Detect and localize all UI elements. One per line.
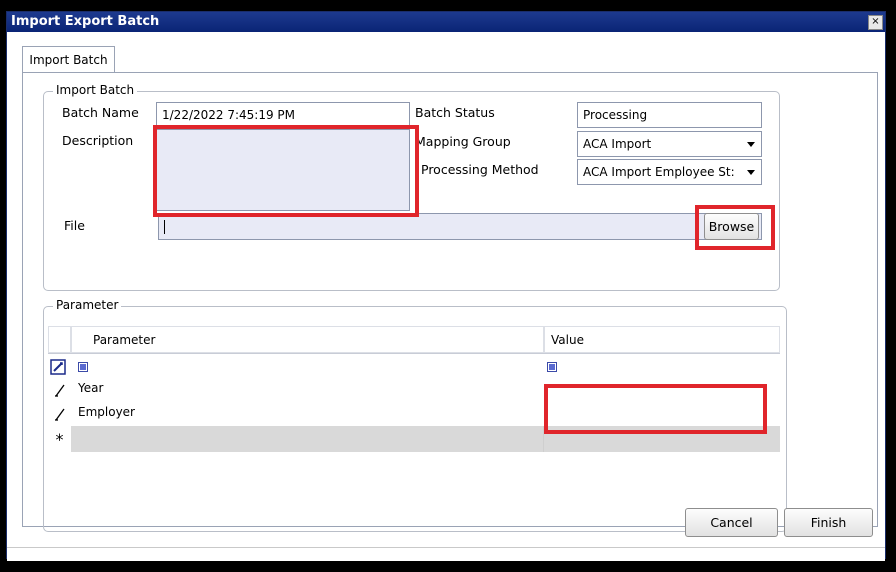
new-row-asterisk-icon: *: [48, 426, 71, 452]
parameter-name-employer[interactable]: Employer: [71, 402, 544, 426]
pencil-icon: [54, 378, 68, 402]
grid-header-row: Parameter Value: [48, 326, 780, 354]
chevron-down-icon: [747, 170, 755, 175]
highlight-value: [544, 384, 767, 434]
close-icon[interactable]: ×: [868, 15, 883, 30]
table-row[interactable]: [48, 356, 780, 378]
column-header-value[interactable]: Value: [544, 326, 780, 353]
processing-method-select[interactable]: ACA Import Employee St:: [577, 159, 762, 185]
description-label: Description: [62, 133, 134, 148]
edit-row-icon: [50, 356, 68, 378]
file-path-input[interactable]: [158, 213, 762, 240]
finish-button[interactable]: Finish: [784, 508, 873, 537]
highlight-description: [153, 125, 419, 217]
mapping-group-value: ACA Import: [583, 137, 652, 151]
highlight-browse: [695, 205, 775, 250]
value-checkbox-cell[interactable]: [544, 356, 780, 378]
mapping-group-label: Mapping Group: [415, 134, 511, 149]
file-label: File: [64, 218, 85, 233]
window-title: Import Export Batch: [11, 14, 160, 29]
text-cursor: [164, 219, 165, 234]
parameter-checkbox[interactable]: [78, 362, 88, 372]
processing-method-value: ACA Import Employee St:: [583, 165, 735, 179]
status-strip: [7, 547, 885, 561]
new-row-parameter-cell[interactable]: [71, 426, 544, 452]
import-export-batch-dialog: Import Export Batch × Import Batch Impor…: [6, 11, 886, 561]
import-batch-legend: Import Batch: [53, 83, 138, 97]
parameter-checkbox-cell[interactable]: [71, 356, 544, 378]
value-checkbox[interactable]: [547, 362, 557, 372]
chevron-down-icon: [747, 142, 755, 147]
batch-status-label: Batch Status: [415, 105, 495, 120]
batch-status-field: Processing: [577, 102, 762, 128]
batch-name-label: Batch Name: [62, 105, 139, 120]
cancel-button[interactable]: Cancel: [685, 508, 778, 537]
mapping-group-select[interactable]: ACA Import: [577, 131, 762, 157]
row-header-corner: [48, 326, 71, 353]
tab-import-batch[interactable]: Import Batch: [22, 46, 115, 73]
pencil-icon: [54, 402, 68, 426]
parameter-name-year[interactable]: Year: [71, 378, 544, 402]
parameter-legend: Parameter: [53, 298, 122, 312]
column-header-parameter[interactable]: Parameter: [71, 326, 544, 353]
title-bar: Import Export Batch ×: [7, 12, 885, 32]
tab-panel: Import Batch Batch Name 1/22/2022 7:45:1…: [22, 72, 878, 532]
batch-name-input[interactable]: 1/22/2022 7:45:19 PM: [156, 102, 410, 127]
processing-method-label: Processing Method: [421, 162, 539, 177]
